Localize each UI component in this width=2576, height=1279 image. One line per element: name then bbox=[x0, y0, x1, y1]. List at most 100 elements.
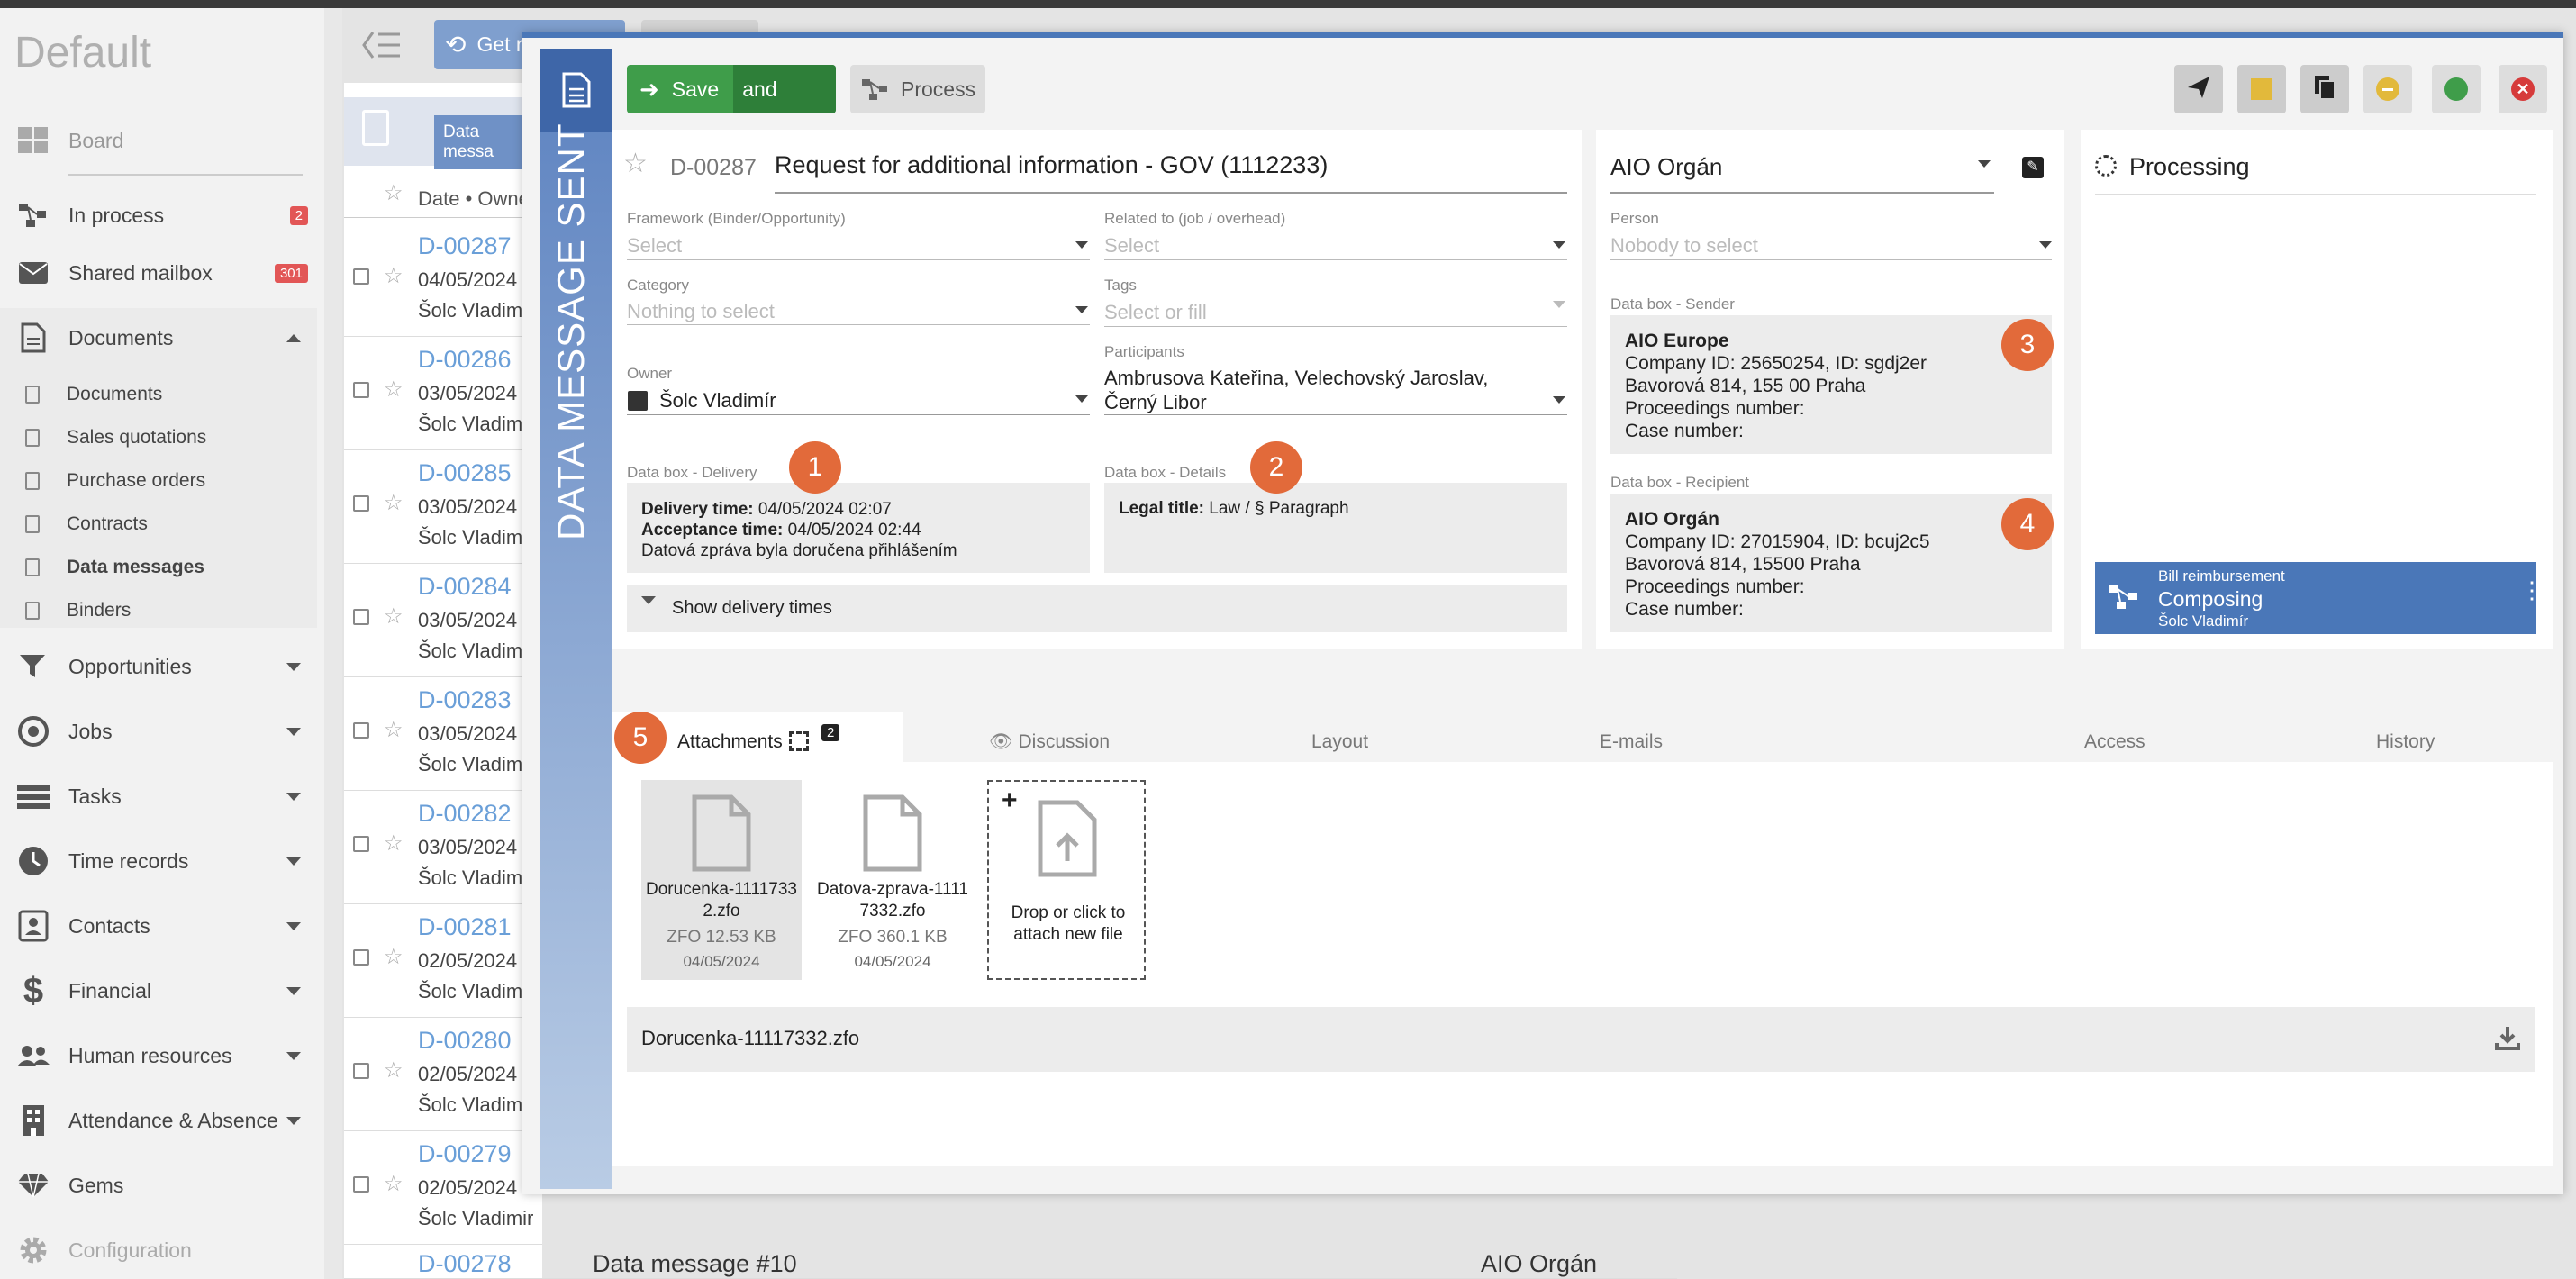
attachment-item[interactable]: Datova-zprava-11117332.zfo ZFO 360.1 KB … bbox=[812, 780, 973, 980]
star-icon[interactable]: ☆ bbox=[384, 1057, 404, 1084]
row-id[interactable]: D-00280 bbox=[418, 1027, 512, 1055]
sidebar-sub-binders[interactable]: Binders bbox=[0, 591, 317, 630]
category-select[interactable]: Nothing to select bbox=[627, 300, 775, 323]
row-date: 03/05/2024 bbox=[418, 609, 518, 631]
save-and-close-button[interactable]: ➜ Save and close bbox=[627, 65, 836, 150]
tab-discussion[interactable]: 👁 Discussion bbox=[989, 731, 1110, 753]
owner-select[interactable]: Šolc Vladimír bbox=[659, 389, 776, 413]
sidebar-item-attendance[interactable]: Attendance & Absence bbox=[0, 1095, 324, 1146]
sidebar-item-tasks[interactable]: Tasks bbox=[0, 771, 324, 821]
row-checkbox[interactable] bbox=[353, 722, 369, 739]
table-row[interactable]: ☆ D-00285 03/05/2024 Šolc Vladim bbox=[344, 450, 542, 564]
star-icon[interactable]: ☆ bbox=[384, 830, 404, 857]
row-id[interactable]: D-00283 bbox=[418, 686, 512, 714]
edit-icon[interactable]: ✎ bbox=[2022, 157, 2044, 178]
star-icon[interactable]: ☆ bbox=[384, 490, 404, 516]
show-delivery-times-bar[interactable]: Show delivery times bbox=[627, 585, 1567, 632]
star-icon[interactable]: ☆ bbox=[623, 148, 648, 179]
attachment-item[interactable]: Dorucenka-11117332.zfo ZFO 12.53 KB 04/0… bbox=[641, 780, 802, 980]
row-checkbox[interactable] bbox=[353, 949, 369, 966]
process-button[interactable]: Process bbox=[850, 65, 985, 113]
sidebar-item-opportunities[interactable]: Opportunities bbox=[0, 641, 324, 692]
tags-input[interactable]: Select or fill bbox=[1104, 301, 1207, 324]
row-checkbox[interactable] bbox=[353, 609, 369, 625]
sidebar-sub-documents[interactable]: Documents bbox=[0, 375, 317, 414]
tab-emails[interactable]: E-mails bbox=[1600, 731, 1663, 753]
sidebar-item-shared-mailbox[interactable]: Shared mailbox 301 bbox=[0, 248, 324, 298]
sidebar-item-contacts[interactable]: Contacts bbox=[0, 901, 324, 951]
star-icon[interactable]: ☆ bbox=[384, 263, 404, 289]
table-row[interactable]: ☆ D-00282 03/05/2024 Šolc Vladim bbox=[344, 791, 542, 904]
sidebar-item-board[interactable]: Board bbox=[0, 115, 324, 166]
row-owner: Šolc Vladim bbox=[418, 299, 523, 322]
table-row[interactable]: ☆ D-00286 03/05/2024 Šolc Vladim bbox=[344, 337, 542, 450]
refresh-icon: ⟲ bbox=[445, 31, 467, 59]
tags-label: Tags bbox=[1104, 277, 1137, 294]
row-id[interactable]: D-00282 bbox=[418, 800, 512, 828]
collapse-sidebar-icon[interactable] bbox=[360, 29, 404, 61]
sidebar-sub-sales-quotations[interactable]: Sales quotations bbox=[0, 418, 317, 458]
sidebar-sub-data-messages[interactable]: Data messages bbox=[0, 548, 317, 587]
sidebar-item-in-process[interactable]: In process 2 bbox=[0, 190, 324, 240]
table-row[interactable]: D-00278 Data message #10 AIO Orgán bbox=[344, 1239, 1677, 1279]
row-checkbox[interactable] bbox=[353, 382, 369, 398]
copy-icon bbox=[2313, 74, 2336, 105]
star-icon[interactable]: ☆ bbox=[384, 717, 404, 743]
sidebar-item-financial[interactable]: $ Financial bbox=[0, 966, 324, 1016]
row-id[interactable]: D-00279 bbox=[418, 1140, 512, 1168]
restore-button[interactable] bbox=[2432, 65, 2481, 113]
copy-button[interactable] bbox=[2300, 65, 2349, 113]
list-column-header[interactable]: ☆ Date • Owne bbox=[344, 177, 542, 218]
star-icon[interactable]: ☆ bbox=[384, 944, 404, 970]
table-row[interactable]: ☆ D-00279 02/05/2024 Šolc Vladimir bbox=[344, 1131, 542, 1245]
framework-select[interactable]: Select bbox=[627, 234, 682, 258]
participants-line-1[interactable]: Ambrusova Kateřina, Velechovský Jaroslav… bbox=[1104, 367, 1488, 390]
person-select[interactable]: Nobody to select bbox=[1610, 234, 1758, 258]
row-id[interactable]: D-00284 bbox=[418, 573, 512, 601]
participants-line-2[interactable]: Černý Libor bbox=[1104, 391, 1207, 414]
tab-access[interactable]: Access bbox=[2084, 731, 2145, 753]
kebab-menu-icon[interactable]: ⋮ bbox=[2520, 578, 2544, 602]
star-icon[interactable]: ☆ bbox=[384, 603, 404, 630]
sidebar-sub-purchase-orders[interactable]: Purchase orders bbox=[0, 461, 317, 501]
tab-history[interactable]: History bbox=[2376, 731, 2435, 753]
download-icon[interactable] bbox=[2495, 1025, 2520, 1055]
table-row[interactable]: ☆ D-00280 02/05/2024 Šolc Vladim bbox=[344, 1018, 542, 1131]
row-id[interactable]: D-00285 bbox=[418, 459, 512, 487]
row-id[interactable]: D-00281 bbox=[418, 913, 512, 941]
row-id[interactable]: D-00286 bbox=[418, 346, 512, 374]
row-checkbox[interactable] bbox=[353, 836, 369, 852]
close-button[interactable]: ✕ bbox=[2499, 65, 2547, 113]
table-row[interactable]: ☆ D-00287 04/05/2024 Šolc Vladim bbox=[344, 223, 542, 337]
table-row[interactable]: ☆ D-00283 03/05/2024 Šolc Vladim bbox=[344, 677, 542, 791]
row-id[interactable]: D-00287 bbox=[418, 232, 512, 260]
row-date: 04/05/2024 bbox=[418, 268, 518, 291]
attach-drop-zone[interactable]: + Drop or click to attach new file bbox=[987, 780, 1146, 980]
participants-label: Participants bbox=[1104, 343, 1184, 360]
sidebar-item-gems[interactable]: Gems bbox=[0, 1160, 324, 1211]
send-button[interactable] bbox=[2174, 65, 2223, 113]
star-icon[interactable]: ☆ bbox=[384, 376, 404, 403]
sidebar-item-documents[interactable]: Documents bbox=[0, 313, 324, 363]
minimize-button[interactable] bbox=[2363, 65, 2412, 113]
related-select[interactable]: Select bbox=[1104, 234, 1159, 258]
divider bbox=[68, 174, 303, 176]
row-checkbox[interactable] bbox=[353, 1176, 369, 1193]
row-checkbox[interactable] bbox=[353, 268, 369, 285]
recipient-select[interactable]: AIO Orgán bbox=[1610, 153, 1722, 181]
note-button[interactable] bbox=[2237, 65, 2286, 113]
sidebar-item-configuration[interactable]: Configuration bbox=[0, 1225, 324, 1275]
tab-layout[interactable]: Layout bbox=[1311, 731, 1368, 753]
table-row[interactable]: ☆ D-00281 02/05/2024 Šolc Vladim bbox=[344, 904, 542, 1018]
star-icon[interactable]: ☆ bbox=[384, 1171, 404, 1197]
sidebar-item-time-records[interactable]: Time records bbox=[0, 836, 324, 886]
row-id[interactable]: D-00278 bbox=[418, 1250, 512, 1278]
sidebar-item-human-resources[interactable]: Human resources bbox=[0, 1030, 324, 1081]
row-checkbox[interactable] bbox=[353, 1063, 369, 1079]
workflow-card[interactable]: Bill reimbursement Composing Šolc Vladim… bbox=[2095, 562, 2544, 634]
row-checkbox[interactable] bbox=[353, 495, 369, 512]
sidebar-sub-contracts[interactable]: Contracts bbox=[0, 504, 317, 544]
table-row[interactable]: ☆ D-00284 03/05/2024 Šolc Vladim bbox=[344, 564, 542, 677]
sidebar-item-jobs[interactable]: Jobs bbox=[0, 706, 324, 757]
subject-field[interactable]: Request for additional information - GOV… bbox=[775, 151, 1328, 179]
